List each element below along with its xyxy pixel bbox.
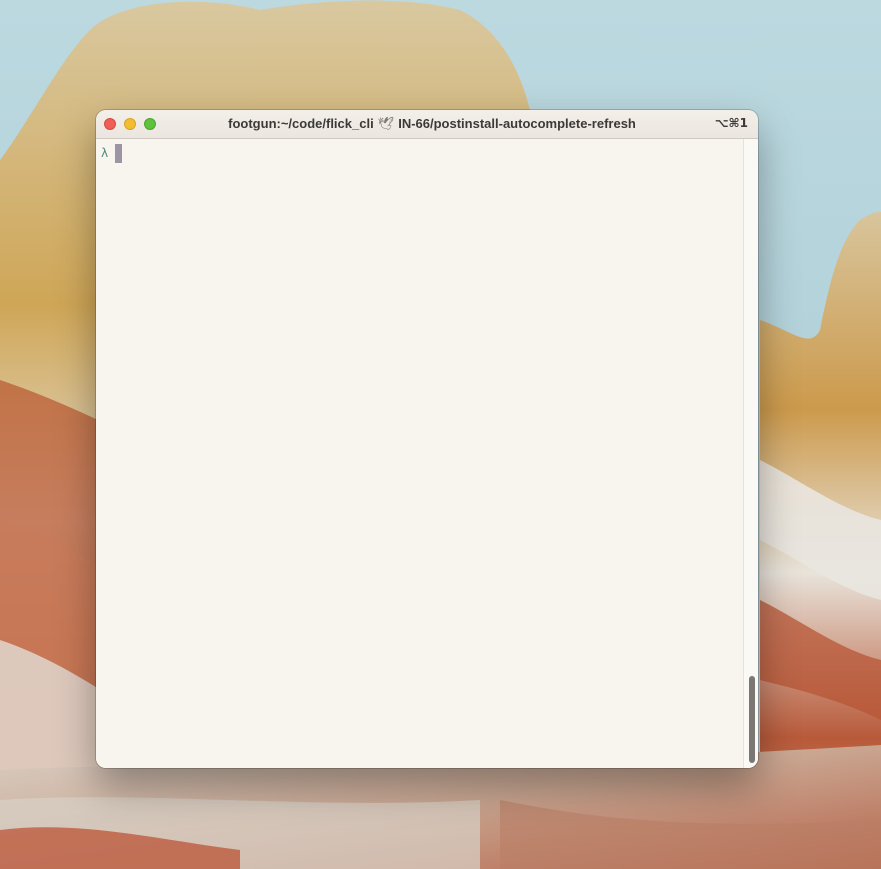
prompt-symbol: λ <box>101 146 109 160</box>
minimize-button[interactable] <box>124 118 136 130</box>
zoom-button[interactable] <box>144 118 156 130</box>
scrollbar-thumb[interactable] <box>749 676 755 763</box>
desktop: footgun:~/code/flick_cli 🕊 IN-66/postinsta… <box>0 0 881 869</box>
title-path: footgun:~/code/flick_cli <box>228 116 374 131</box>
prompt-line: λ <box>101 145 113 161</box>
terminal-content[interactable]: λ <box>96 139 743 768</box>
window-titlebar[interactable]: footgun:~/code/flick_cli 🕊 IN-66/postinsta… <box>96 110 758 139</box>
terminal-window[interactable]: footgun:~/code/flick_cli 🕊 IN-66/postinsta… <box>96 110 758 768</box>
title-branch: IN-66/postinstall-autocomplete-refresh <box>398 116 636 131</box>
scrollbar[interactable] <box>743 139 758 768</box>
dove-icon: 🕊 <box>377 116 395 131</box>
close-button[interactable] <box>104 118 116 130</box>
window-title: footgun:~/code/flick_cli 🕊 IN-66/postinsta… <box>176 116 688 132</box>
window-shortcut: ⌥⌘1 <box>714 116 748 130</box>
text-cursor <box>115 144 122 163</box>
